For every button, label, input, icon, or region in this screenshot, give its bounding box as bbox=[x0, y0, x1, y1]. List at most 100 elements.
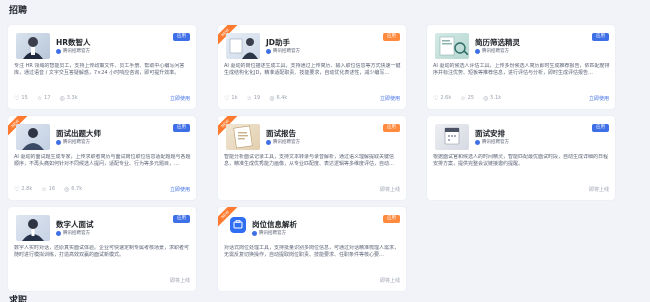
publisher-icon bbox=[56, 48, 61, 54]
card-description: 数字人实时对话，还原真实面试体验。企业可快速定制专属考核场景，求职者可随时进行模… bbox=[14, 245, 190, 258]
likes-icon: ♡ bbox=[14, 94, 20, 102]
app-tag: 应用 bbox=[383, 215, 400, 223]
use-now-link[interactable]: 立即使用 bbox=[170, 186, 190, 193]
app-card-interview-report[interactable]: NEW 面试报告 腾讯招聘官方 应用 智能分析面试记录工具，支持文本转录与录音解… bbox=[217, 115, 407, 201]
card-title: 面试出题大师 bbox=[56, 129, 101, 138]
likes-icon: ♡ bbox=[14, 185, 20, 193]
publisher-icon bbox=[266, 139, 271, 145]
card-author: 腾讯招聘官方 bbox=[266, 139, 300, 145]
resume-screening-thumbnail bbox=[435, 33, 469, 59]
like-count: 2.8k bbox=[21, 186, 33, 192]
app-card-resume-screening[interactable]: 简历筛选精灵 腾讯招聘官方 应用 AI 驱动的候选人评估工具，上传多份候选人简历… bbox=[426, 24, 616, 110]
publisher-icon bbox=[475, 139, 480, 145]
publisher-icon bbox=[56, 139, 61, 145]
app-tag: 应用 bbox=[173, 33, 190, 41]
use-now-link[interactable]: 立即使用 bbox=[589, 95, 609, 102]
coming-soon-label: 即将上线 bbox=[379, 187, 400, 193]
app-tag: 应用 bbox=[173, 215, 190, 223]
jd-assistant-thumbnail bbox=[226, 33, 260, 59]
card-author: 腾讯招聘官方 bbox=[252, 230, 286, 236]
view-count: 6.4k bbox=[276, 95, 288, 101]
views-icon: ◎ bbox=[269, 94, 275, 102]
card-author-name: 腾讯招聘官方 bbox=[63, 49, 90, 54]
favorite-count: 16 bbox=[48, 186, 56, 192]
digital-interview-thumbnail bbox=[16, 215, 50, 241]
app-tag: 应用 bbox=[592, 33, 609, 41]
card-stats: ♡ 15 ☆ 17 ◎ 3.3k bbox=[14, 95, 78, 101]
coming-soon-label: 即将上线 bbox=[379, 278, 400, 284]
view-count: 6.7k bbox=[71, 186, 83, 192]
card-author-name: 腾讯招聘官方 bbox=[259, 231, 286, 236]
app-tag: 应用 bbox=[592, 124, 609, 132]
card-title: JD助手 bbox=[266, 38, 291, 47]
card-title: HR数智人 bbox=[56, 38, 91, 47]
card-title: 面试安排 bbox=[475, 129, 505, 138]
app-card-digital-interview[interactable]: 数字人面试 腾讯招聘官方 应用 数字人实时对话，还原真实面试体验。企业可快速定制… bbox=[7, 206, 197, 292]
card-author: 腾讯招聘官方 bbox=[266, 48, 300, 54]
card-author: 腾讯招聘官方 bbox=[475, 139, 509, 145]
like-count: 1k bbox=[231, 95, 238, 101]
card-author-name: 腾讯招聘官方 bbox=[63, 231, 90, 236]
app-tag: 应用 bbox=[383, 33, 400, 41]
card-author: 腾讯招聘官方 bbox=[56, 48, 90, 54]
card-author-name: 腾讯招聘官方 bbox=[273, 49, 300, 54]
card-description: 对话式岗位处理工具，支持批量识别多岗位信息，可通过对话精准梳理人需求，无需反复切… bbox=[224, 245, 400, 258]
views-icon: ◎ bbox=[59, 94, 65, 102]
card-description: 专注 HR 领域的智能员工，支持上传政策文件、员工手册、帮助中心编写问答库，通过… bbox=[14, 63, 185, 76]
app-tag: 应用 bbox=[383, 124, 400, 132]
card-description: 根据面试官和候选人的时间精灵，智能匹配最优面试时段，自动生成详细的日程安排方案，… bbox=[433, 154, 609, 167]
card-author: 腾讯招聘官方 bbox=[56, 230, 90, 236]
view-count: 5.1k bbox=[490, 95, 502, 101]
publisher-icon bbox=[475, 48, 480, 54]
interview-schedule-thumbnail bbox=[435, 124, 469, 150]
section-title-jobseeking: 求职 bbox=[9, 296, 28, 302]
publisher-icon bbox=[252, 230, 257, 236]
card-description: AI 驱动的面试题生成专家，上传求职者简历与面试岗位职位信息适配题题与各题顺序，… bbox=[14, 154, 191, 167]
favorites-icon: ☆ bbox=[246, 94, 252, 102]
likes-icon: ♡ bbox=[224, 94, 230, 102]
favorite-count: 17 bbox=[44, 95, 51, 101]
app-card-interview-questions[interactable]: NEW 面试出题大师 腾讯招聘官方 应用 AI 驱动的面试题生成专家，上传求职者… bbox=[7, 115, 197, 201]
publisher-icon bbox=[56, 230, 61, 236]
likes-icon: ♡ bbox=[433, 94, 439, 102]
views-icon: ◎ bbox=[64, 185, 70, 193]
publisher-icon bbox=[266, 48, 271, 54]
card-author: 腾讯招聘官方 bbox=[56, 139, 90, 145]
view-count: 3.3k bbox=[66, 95, 78, 101]
use-now-link[interactable]: 立即使用 bbox=[170, 95, 190, 102]
question-master-thumbnail bbox=[16, 124, 50, 150]
views-icon: ◎ bbox=[483, 94, 489, 102]
interview-report-thumbnail bbox=[226, 124, 260, 150]
app-card-jd[interactable]: NEW JD助手 腾讯招聘官方 应用 AI 驱动的岗位描述生成工具，支持通过上传… bbox=[217, 24, 407, 110]
favorite-count: 19 bbox=[253, 95, 261, 101]
position-parsing-icon bbox=[230, 217, 246, 233]
card-author-name: 腾讯招聘官方 bbox=[482, 140, 509, 145]
card-author-name: 腾讯招聘官方 bbox=[63, 140, 90, 145]
app-card-position-parsing[interactable]: NEW 岗位信息解析 腾讯招聘官方 应用 对话式岗位处理工具，支持批量识别多岗位… bbox=[217, 206, 407, 292]
app-tag: 应用 bbox=[173, 124, 190, 132]
favorites-icon: ☆ bbox=[41, 185, 47, 193]
card-stats: ♡ 2.6k ☆ 25 ◎ 5.1k bbox=[433, 95, 501, 101]
card-description: AI 驱动的岗位描述生成工具，支持通过上传简历、输入职位信息等方式快速一键生成结… bbox=[224, 63, 401, 76]
favorite-count: 25 bbox=[467, 95, 475, 101]
like-count: 15 bbox=[21, 95, 28, 101]
app-card-hr[interactable]: HR数智人 腾讯招聘官方 应用 专注 HR 领域的智能员工，支持上传政策文件、员… bbox=[7, 24, 197, 110]
card-description: 智能分析面试记录工具，支持文本转录与录音解析，通过语义理解提取关键信息，精准生成… bbox=[224, 154, 395, 167]
card-stats: ♡ 1k ☆ 19 ◎ 6.4k bbox=[224, 95, 287, 101]
card-stats: ♡ 2.8k ☆ 16 ◎ 6.7k bbox=[14, 186, 82, 192]
favorites-icon: ☆ bbox=[36, 94, 43, 102]
card-title: 面试报告 bbox=[266, 129, 296, 138]
favorites-icon: ☆ bbox=[460, 94, 466, 102]
use-now-link[interactable]: 立即使用 bbox=[380, 95, 400, 102]
card-author: 腾讯招聘官方 bbox=[475, 48, 509, 54]
card-author-name: 腾讯招聘官方 bbox=[273, 140, 300, 145]
card-description: AI 驱动的候选人评估工具，上传多份候选人简历即时生成推荐报告，依匹配度排序并标… bbox=[433, 63, 610, 76]
hr-avatar-thumbnail bbox=[16, 33, 50, 59]
section-title-recruit: 招聘 bbox=[9, 6, 28, 16]
coming-soon-label: 即将上线 bbox=[588, 187, 609, 193]
app-card-interview-schedule[interactable]: 面试安排 腾讯招聘官方 应用 根据面试官和候选人的时间精灵，智能匹配最优面试时段… bbox=[426, 115, 616, 201]
card-title: 岗位信息解析 bbox=[252, 220, 297, 229]
like-count: 2.6k bbox=[440, 95, 452, 101]
card-title: 数字人面试 bbox=[56, 220, 94, 229]
card-title: 简历筛选精灵 bbox=[475, 38, 520, 47]
